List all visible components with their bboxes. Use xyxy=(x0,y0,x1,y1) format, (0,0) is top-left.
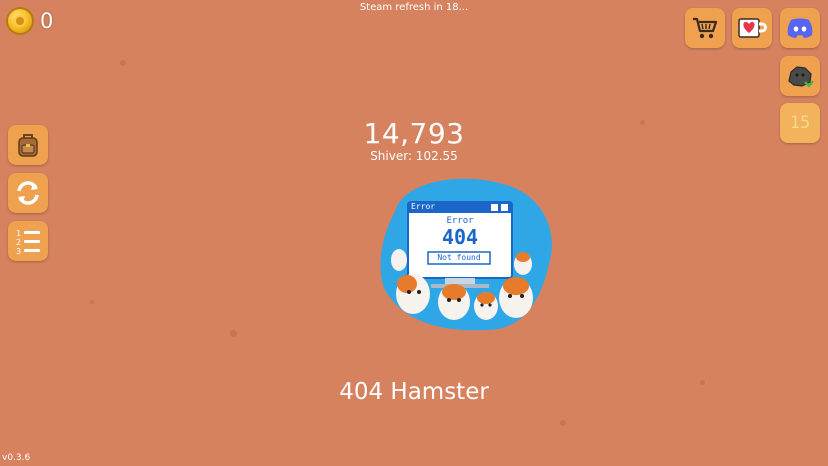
svg-text:2: 2 xyxy=(16,238,21,247)
discord-button[interactable] xyxy=(780,8,820,48)
shiver-rate: Shiver: 102.55 xyxy=(370,149,458,163)
refresh-icon xyxy=(17,181,39,205)
background-speck xyxy=(560,420,566,426)
background-speck xyxy=(230,330,237,337)
shop-button[interactable] xyxy=(685,8,725,48)
background-speck xyxy=(120,60,126,66)
heart-mug-icon xyxy=(738,18,767,38)
cart-icon xyxy=(693,17,718,39)
pet-clickable[interactable]: Error Error 404 Not found xyxy=(373,172,555,336)
version-label: v0.3.6 xyxy=(2,453,31,463)
svg-text:3: 3 xyxy=(16,247,21,255)
background-speck xyxy=(90,300,94,304)
discord-icon xyxy=(787,18,813,38)
error-button: Not found xyxy=(437,253,481,262)
leaderboard-button[interactable]: 1 2 3 xyxy=(8,221,48,261)
refresh-button[interactable] xyxy=(8,173,48,213)
svg-text:1: 1 xyxy=(16,229,21,238)
rock-icon xyxy=(788,66,814,88)
support-button[interactable] xyxy=(732,8,772,48)
score-value: 14,793 xyxy=(363,117,465,150)
window-title: Error xyxy=(411,202,436,211)
numbered-list-icon: 1 2 3 xyxy=(16,229,40,255)
rock-button[interactable] xyxy=(780,56,820,96)
pet-name: 404 Hamster xyxy=(339,379,489,405)
error-code: 404 xyxy=(441,225,479,249)
